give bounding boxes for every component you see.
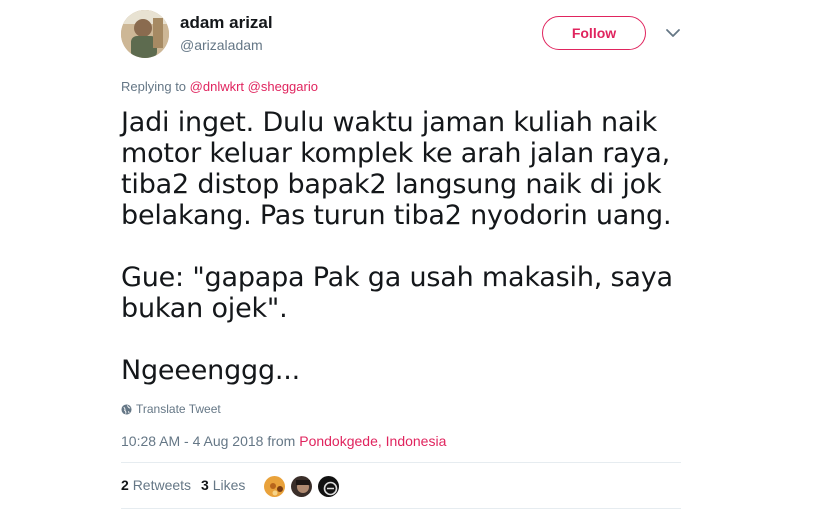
globe-icon xyxy=(121,403,132,415)
tweet-meta: 10:28 AM - 4 Aug 2018 from Pondokgede, I… xyxy=(121,433,446,449)
mention-link[interactable]: @sheggario xyxy=(248,79,318,94)
retweets-count: 2 xyxy=(121,477,129,493)
liker-avatars xyxy=(262,474,343,499)
replying-to-label: Replying to xyxy=(121,79,190,94)
retweets-stat[interactable]: 2 Retweets xyxy=(121,477,191,493)
liker-avatar[interactable] xyxy=(316,474,341,499)
user-handle[interactable]: @arizaladam xyxy=(180,37,263,53)
likes-count: 3 xyxy=(201,477,209,493)
retweets-label: Retweets xyxy=(132,477,192,493)
likes-stat[interactable]: 3 Likes xyxy=(201,477,245,493)
location-link[interactable]: Pondokgede, Indonesia xyxy=(299,433,446,449)
tweet-stats: 2 Retweets 3 Likes xyxy=(121,477,255,493)
translate-tweet-link[interactable]: Translate Tweet xyxy=(121,402,221,416)
from-label: from xyxy=(263,433,300,449)
tweet-text: Jadi inget. Dulu waktu jaman kuliah naik… xyxy=(121,107,673,386)
divider xyxy=(121,462,681,463)
liker-avatar[interactable] xyxy=(289,474,314,499)
timestamp[interactable]: 10:28 AM - 4 Aug 2018 xyxy=(121,433,263,449)
avatar[interactable] xyxy=(121,10,169,58)
divider xyxy=(121,508,681,509)
follow-button[interactable]: Follow xyxy=(542,16,646,50)
replying-to: Replying to @dnlwkrt @sheggario xyxy=(121,79,318,94)
translate-label: Translate Tweet xyxy=(136,402,221,416)
likes-label: Likes xyxy=(212,477,246,493)
chevron-down-icon[interactable] xyxy=(664,26,682,40)
display-name[interactable]: adam arizal xyxy=(180,13,273,33)
mention-link[interactable]: @dnlwkrt xyxy=(190,79,244,94)
liker-avatar[interactable] xyxy=(262,474,287,499)
